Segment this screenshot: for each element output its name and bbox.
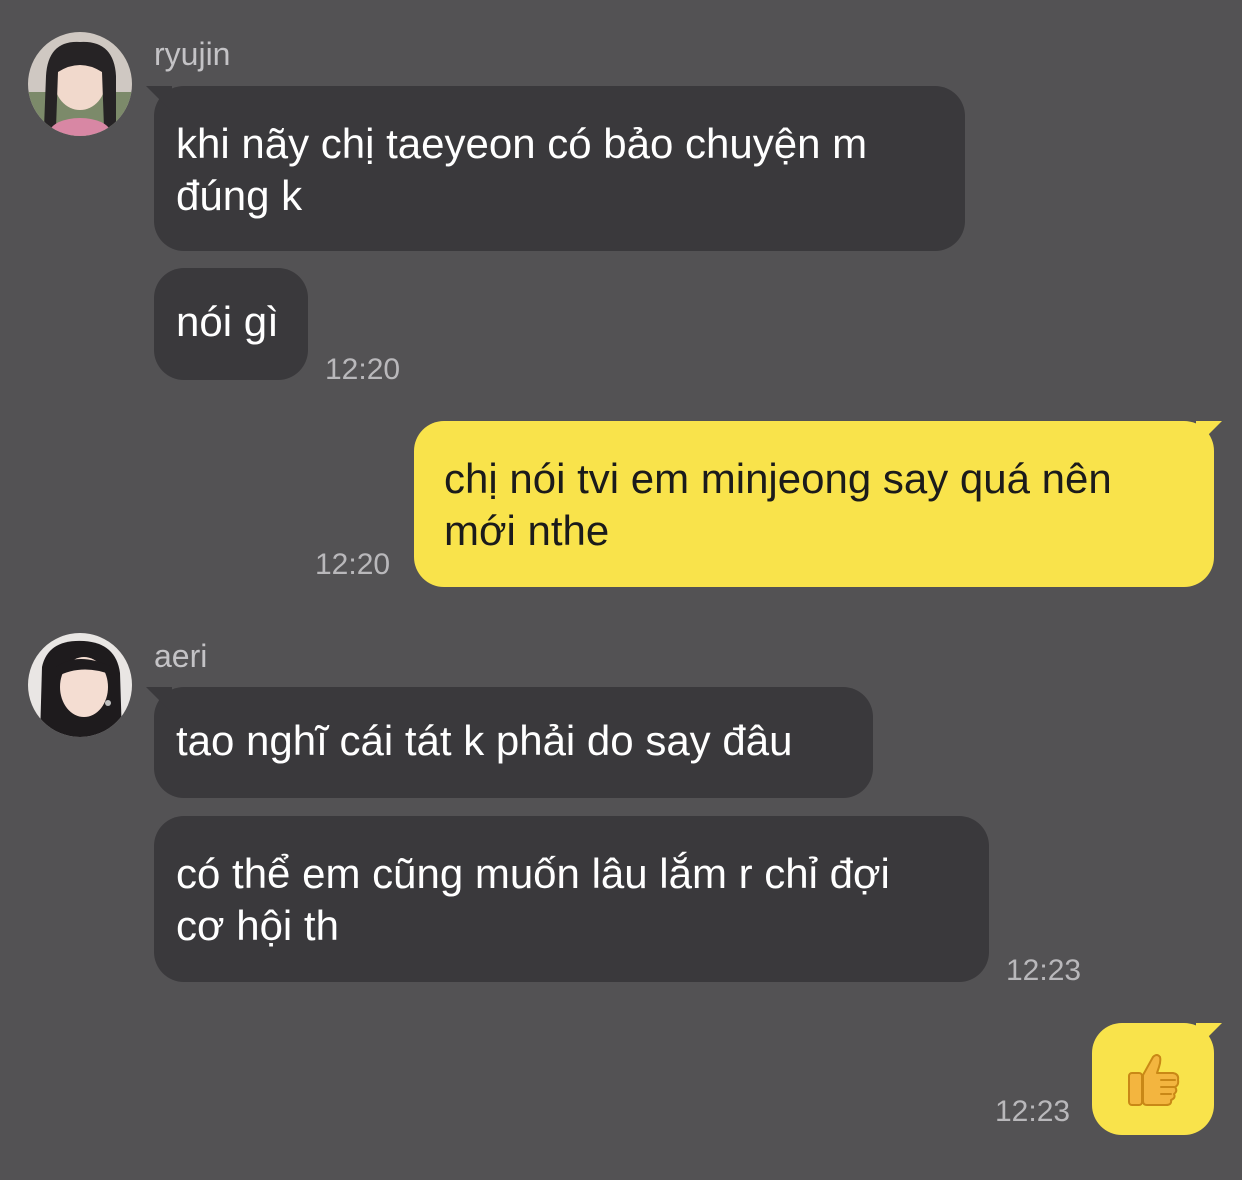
message-text: nói gì [176, 298, 279, 345]
message-bubble[interactable]: có thể em cũng muốn lâu lắm r chỉ đợi cơ… [154, 816, 989, 982]
message-bubble[interactable]: nói gì [154, 268, 308, 380]
thumbs-up-icon [1123, 1049, 1183, 1109]
message-bubble[interactable]: khi nãy chị taeyeon có bảo chuyện m đúng… [146, 86, 965, 251]
bubble-tail [146, 86, 172, 112]
message-timestamp: 12:23 [1006, 954, 1082, 987]
avatar-aeri[interactable] [28, 633, 132, 737]
bubble-tail [1196, 1023, 1222, 1049]
bubble-tail [1196, 421, 1222, 447]
message-text: tao nghĩ cái tát k phải do say đâu [176, 717, 793, 764]
message-timestamp: 12:23 [995, 1095, 1071, 1128]
avatar-ryujin[interactable] [28, 32, 132, 136]
my-message-bubble[interactable]: chị nói tvi em minjeong say quá nên mới … [414, 421, 1222, 587]
sender-name-aeri: aeri [154, 638, 208, 674]
message-text: chị nói tvi em minjeong say quá nên mới … [444, 455, 1112, 554]
bubble-tail [146, 687, 172, 713]
message-timestamp: 12:20 [325, 353, 401, 386]
message-bubble[interactable]: tao nghĩ cái tát k phải do say đâu [146, 687, 873, 798]
message-timestamp: 12:20 [315, 548, 391, 581]
message-text: có thể em cũng muốn lâu lắm r chỉ đợi cơ… [176, 850, 890, 949]
message-text: khi nãy chị taeyeon có bảo chuyện m đúng… [176, 120, 868, 219]
sender-name-ryujin: ryujin [154, 36, 231, 72]
my-message-bubble[interactable] [1092, 1023, 1222, 1135]
